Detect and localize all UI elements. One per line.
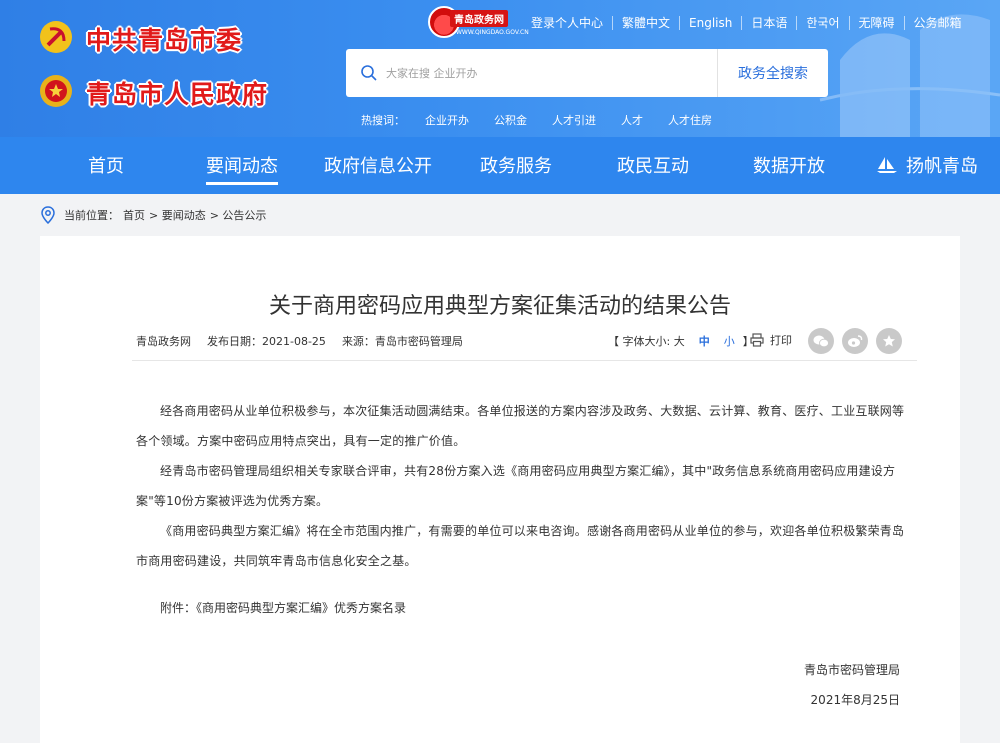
location-pin-icon: [41, 206, 55, 224]
breadcrumb-notices[interactable]: > 公告公示: [210, 207, 267, 223]
article-body: 经各商用密码从业单位积极参与，本次征集活动圆满结束。各单位报送的方案内容涉及政务…: [136, 396, 906, 576]
font-size-control: 【 字体大小: 大 中 小 】: [608, 333, 754, 349]
font-size-large[interactable]: 【 字体大小: 大: [608, 333, 685, 349]
attachment-link[interactable]: 附件：《商用密码典型方案汇编》优秀方案名录: [160, 599, 406, 616]
hotword-item[interactable]: 人才: [621, 112, 643, 128]
sailboat-icon: [877, 157, 897, 173]
nav-item-services[interactable]: 政务服务: [480, 137, 552, 194]
publish-date: 发布日期：2021-08-25: [207, 335, 326, 348]
hotwords-label: 热搜词：: [361, 114, 405, 127]
search-box: 政务全搜索: [346, 49, 828, 97]
login-link[interactable]: 登录个人中心: [522, 16, 612, 30]
signature-org: 青岛市密码管理局: [803, 663, 900, 677]
japanese-link[interactable]: 日本语: [741, 16, 796, 30]
font-size-medium[interactable]: 中: [699, 333, 710, 349]
breadcrumb-news[interactable]: > 要闻动态: [149, 207, 206, 223]
hotword-item[interactable]: 企业开办: [425, 112, 469, 128]
font-size-small[interactable]: 小: [724, 333, 735, 349]
english-link[interactable]: English: [679, 16, 741, 30]
article-paragraph: 《商用密码典型方案汇编》将在全市范围内推广，有需要的单位可以来电咨询。感谢各商用…: [136, 524, 905, 568]
korean-link[interactable]: 한국어: [796, 16, 848, 30]
nav-item-label: 扬帆青岛: [906, 156, 978, 177]
breadcrumb-home[interactable]: 首页: [123, 207, 145, 223]
printer-icon: [750, 333, 764, 347]
party-committee-title[interactable]: 中共青岛市委: [86, 21, 242, 57]
article-title: 关于商用密码应用典型方案征集活动的结果公告: [268, 294, 731, 319]
print-label: 打印: [770, 334, 792, 347]
hotword-item[interactable]: 人才住房: [668, 112, 712, 128]
breadcrumb-label: 当前位置：: [64, 209, 119, 222]
print-button[interactable]: 打印: [750, 332, 792, 348]
portal-logo-text: 青岛政务网: [450, 10, 508, 27]
search-input[interactable]: [386, 61, 706, 85]
source-site: 青岛政务网: [136, 335, 191, 348]
search-icon[interactable]: [360, 64, 378, 82]
breadcrumb: 当前位置： 首页 > 要闻动态 > 公告公示: [40, 204, 270, 226]
top-links: 登录个人中心 繁體中文 English 日本语 한국어 无障碍 公务邮箱: [522, 16, 971, 30]
government-title[interactable]: 青岛市人民政府: [86, 75, 268, 111]
share-favorite-icon[interactable]: [876, 328, 902, 354]
portal-domain: WWW.QINGDAO.GOV.CN: [456, 29, 529, 36]
nav-item-home[interactable]: 首页: [88, 137, 124, 194]
share-weibo-icon[interactable]: [842, 328, 868, 354]
article-paragraph: 经各商用密码从业单位积极参与，本次征集活动圆满结束。各单位报送的方案内容涉及政务…: [136, 404, 905, 448]
hotword-item[interactable]: 公积金: [494, 112, 527, 128]
article-meta: 青岛政务网 发布日期：2021-08-25 来源：青岛市密码管理局: [136, 333, 479, 349]
nav-item-qingdao[interactable]: 扬帆青岛: [876, 137, 978, 194]
search-button[interactable]: 政务全搜索: [717, 49, 828, 97]
accessibility-link[interactable]: 无障碍: [848, 16, 904, 30]
traditional-chinese-link[interactable]: 繁體中文: [612, 16, 679, 30]
article-paragraph: 经青岛市密码管理局组织相关专家联合评审，共有28份方案入选《商用密码应用典型方案…: [136, 464, 896, 508]
article-source: 来源：青岛市密码管理局: [341, 335, 463, 348]
nav-item-open-data[interactable]: 数据开放: [753, 137, 825, 194]
hotwords: 热搜词： 企业开办 公积金 人才引进 人才 人才住房: [361, 112, 737, 128]
share-wechat-icon[interactable]: [808, 328, 834, 354]
official-mail-link[interactable]: 公务邮箱: [903, 16, 971, 30]
signature-date: 2021年8月25日: [810, 693, 900, 707]
portal-logo[interactable]: 青岛政务网 WWW.QINGDAO.GOV.CN: [426, 4, 529, 42]
meta-divider: [132, 360, 917, 361]
nav-item-news[interactable]: 要闻动态: [206, 137, 278, 194]
site-header: 中共青岛市委 青岛市人民政府 青岛政务网 WWW.QINGDAO.GOV.CN …: [0, 0, 1000, 137]
hotword-item[interactable]: 人才引进: [552, 112, 596, 128]
national-emblem-icon: [38, 73, 74, 109]
main-nav: 首页 要闻动态 政府信息公开 政务服务 政民互动 数据开放 扬帆青岛: [0, 137, 1000, 194]
nav-item-gov-info[interactable]: 政府信息公开: [324, 137, 432, 194]
nav-item-interaction[interactable]: 政民互动: [617, 137, 689, 194]
party-emblem-icon: [38, 19, 74, 55]
article-card: 关于商用密码应用典型方案征集活动的结果公告 青岛政务网 发布日期：2021-08…: [40, 236, 960, 743]
